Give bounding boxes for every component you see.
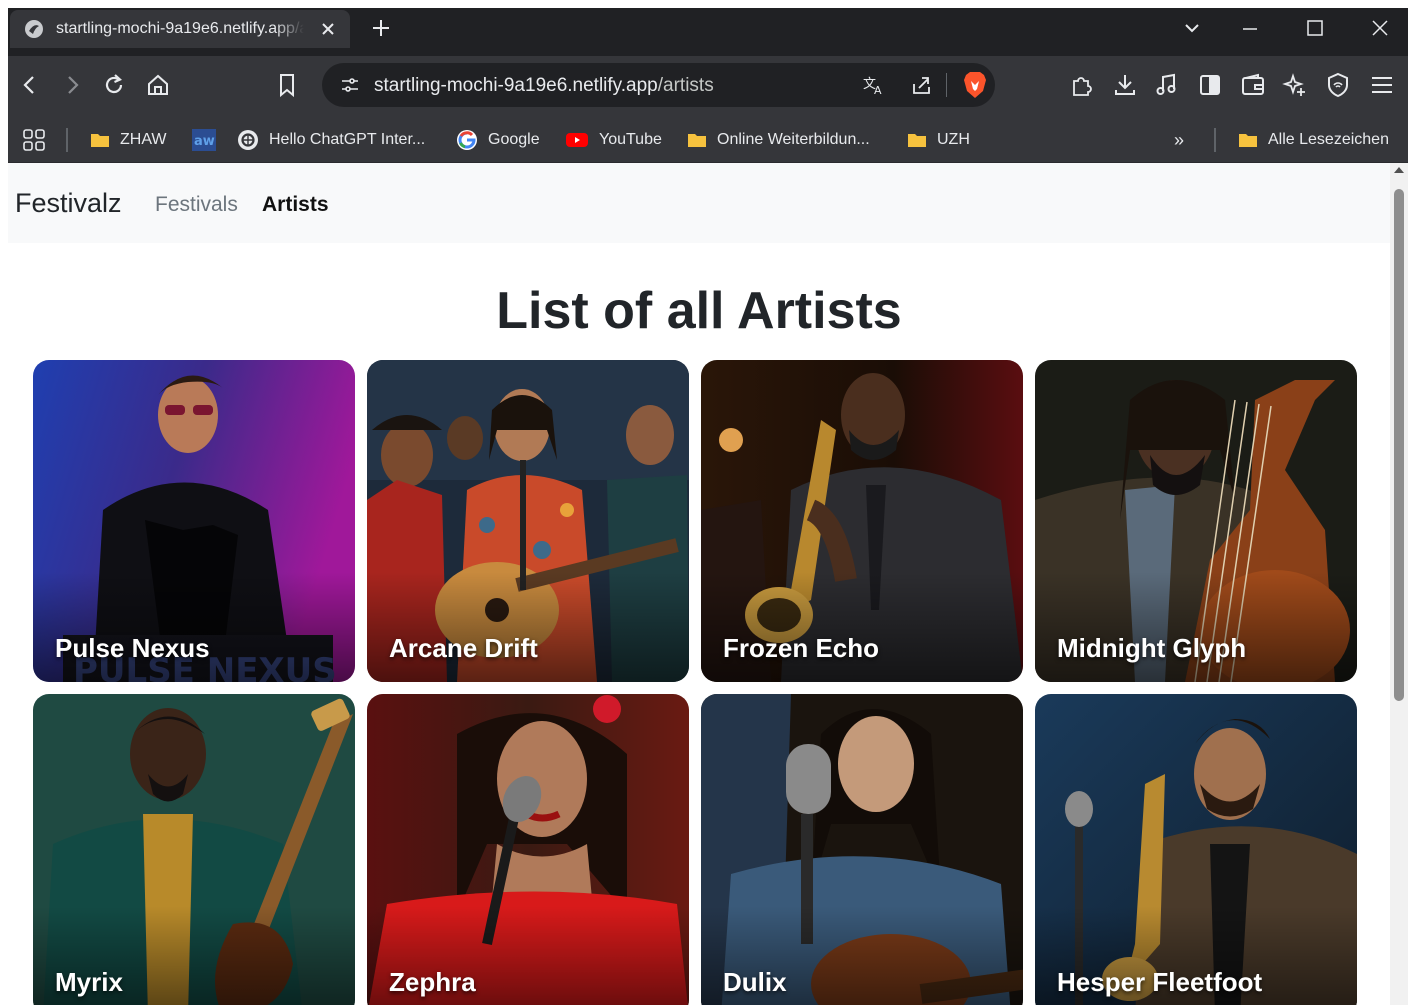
bookmarks-overflow-button[interactable]: » — [1174, 128, 1184, 152]
tab-title: startling-mochi-9a19e6.netlify.app/artis… — [56, 20, 304, 37]
bookmark-online-weiterbildung[interactable]: Online Weiterbildun... — [687, 128, 870, 152]
share-icon[interactable] — [910, 74, 934, 96]
leo-ai-icon[interactable] — [1281, 71, 1309, 99]
tab-search-chevron-icon[interactable] — [1182, 18, 1202, 38]
brave-shields-icon[interactable] — [962, 71, 988, 99]
bookmarks-separator — [66, 128, 68, 152]
artist-name: Midnight Glyph — [1057, 633, 1247, 663]
artist-card[interactable]: PULSE NEXUS Pulse Nexus — [33, 360, 355, 682]
page-scrollbar[interactable] — [1390, 163, 1408, 1005]
bookmark-uzh[interactable]: UZH — [907, 128, 970, 152]
artist-name: Arcane Drift — [389, 633, 538, 663]
wallet-icon[interactable] — [1239, 71, 1267, 99]
aw-logo-icon: aw — [192, 129, 216, 151]
scroll-up-arrow-icon[interactable] — [1394, 167, 1404, 173]
folder-icon — [91, 134, 109, 147]
forward-icon[interactable] — [58, 71, 86, 99]
bookmarks-separator — [1214, 128, 1216, 152]
all-bookmarks-folder[interactable]: Alle Lesezeichen — [1238, 128, 1389, 152]
folder-icon — [1239, 134, 1257, 147]
openai-icon — [238, 130, 258, 150]
bookmark-zhaw[interactable]: ZHAW — [90, 128, 167, 152]
browser-tab[interactable]: startling-mochi-9a19e6.netlify.app/artis… — [10, 10, 350, 48]
translate-icon[interactable]: 文A — [862, 74, 886, 96]
minimize-icon[interactable] — [1240, 18, 1260, 38]
window-close-icon[interactable] — [1370, 18, 1390, 38]
new-tab-icon[interactable] — [370, 17, 392, 39]
artist-name: Zephra — [389, 967, 476, 997]
site-brand-link[interactable]: Festivalz — [15, 188, 122, 219]
url-path: /artists — [657, 75, 714, 96]
scrollbar-thumb[interactable] — [1394, 189, 1404, 701]
maximize-icon[interactable] — [1305, 18, 1325, 38]
artist-card[interactable]: Hesper Fleetfoot — [1035, 694, 1357, 1005]
bookmark-label: YouTube — [599, 131, 662, 148]
tab-strip: startling-mochi-9a19e6.netlify.app/artis… — [8, 8, 1408, 56]
site-info-icon[interactable] — [340, 76, 360, 94]
card-overlay — [1035, 572, 1357, 682]
artist-card[interactable]: Frozen Echo — [701, 360, 1023, 682]
card-overlay — [367, 572, 689, 682]
folder-icon — [688, 134, 706, 147]
home-icon[interactable] — [144, 71, 172, 99]
all-bookmarks-label: Alle Lesezeichen — [1268, 131, 1389, 148]
download-icon[interactable] — [1111, 71, 1139, 99]
svg-text:aw: aw — [194, 134, 215, 149]
artist-name: Dulix — [723, 967, 787, 997]
bookmark-youtube[interactable]: YouTube — [565, 128, 662, 152]
netlify-favicon-icon — [25, 20, 43, 38]
bookmark-aw[interactable]: aw — [191, 128, 217, 152]
reload-icon[interactable] — [100, 71, 128, 99]
artist-name: Pulse Nexus — [55, 633, 210, 663]
url-text: startling-mochi-9a19e6.netlify.app/artis… — [374, 75, 714, 97]
extensions-icon[interactable] — [1068, 71, 1096, 99]
artist-name: Frozen Echo — [723, 633, 880, 663]
media-music-icon[interactable] — [1153, 71, 1181, 99]
vpn-shield-icon[interactable] — [1324, 71, 1352, 99]
site-navbar: Festivalz Festivals Artists — [8, 163, 1390, 243]
bookmark-label: Hello ChatGPT Inter... — [269, 131, 426, 148]
svg-text:A: A — [874, 84, 882, 96]
card-overlay — [33, 572, 355, 682]
google-icon — [457, 130, 477, 150]
back-icon[interactable] — [16, 71, 44, 99]
browser-toolbar: startling-mochi-9a19e6.netlify.app/artis… — [8, 56, 1408, 114]
page-title: List of all Artists — [496, 282, 902, 340]
omnibox-divider — [946, 73, 947, 97]
nav-link-artists[interactable]: Artists — [262, 193, 329, 217]
artist-card[interactable]: Zephra — [367, 694, 689, 1005]
url-host: startling-mochi-9a19e6.netlify.app — [374, 75, 658, 96]
artist-card[interactable]: Midnight Glyph — [1035, 360, 1357, 682]
artist-name: Hesper Fleetfoot — [1057, 967, 1263, 997]
apps-grid-icon[interactable] — [22, 128, 46, 152]
page-content: Festivalz Festivals Artists List of all … — [8, 163, 1390, 1005]
bookmark-label: Google — [488, 131, 540, 148]
bookmark-google[interactable]: Google — [456, 128, 540, 152]
youtube-icon — [566, 133, 588, 147]
nav-link-festivals[interactable]: Festivals — [155, 193, 238, 217]
sidebar-icon[interactable] — [1196, 71, 1224, 99]
artist-card[interactable]: Arcane Drift — [367, 360, 689, 682]
folder-icon — [908, 134, 926, 147]
card-overlay — [701, 572, 1023, 682]
bookmark-label: ZHAW — [120, 131, 167, 148]
artist-card[interactable]: Myrix — [33, 694, 355, 1005]
bookmarks-bar: ZHAW aw Hello ChatGPT Inter... Google Yo… — [8, 114, 1408, 163]
bookmark-label: UZH — [937, 131, 970, 148]
artist-card[interactable]: Dulix — [701, 694, 1023, 1005]
browser-window: startling-mochi-9a19e6.netlify.app/artis… — [8, 8, 1408, 1005]
bookmark-page-icon[interactable] — [273, 71, 301, 99]
artist-name: Myrix — [55, 967, 123, 997]
address-bar[interactable]: startling-mochi-9a19e6.netlify.app/artis… — [322, 63, 995, 107]
bookmark-chatgpt[interactable]: Hello ChatGPT Inter... — [237, 128, 425, 152]
bookmark-label: Online Weiterbildun... — [717, 131, 870, 148]
menu-icon[interactable] — [1368, 71, 1396, 99]
tab-close-icon[interactable] — [318, 19, 338, 39]
